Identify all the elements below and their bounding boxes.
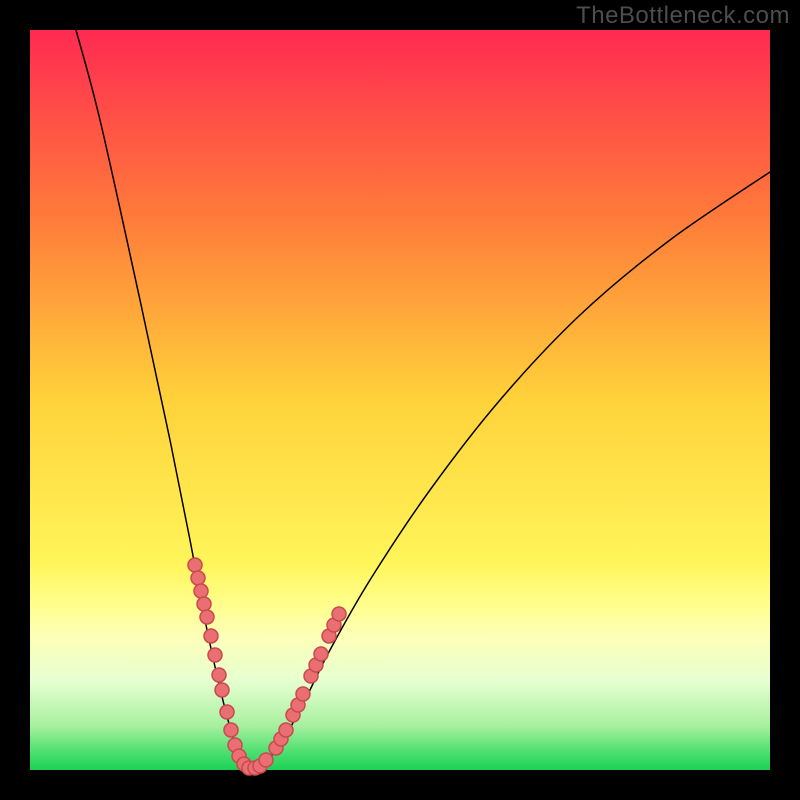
data-point <box>208 648 222 662</box>
bottleneck-chart <box>0 0 800 800</box>
chart-frame: TheBottleneck.com <box>0 0 800 800</box>
gradient-background <box>30 30 770 770</box>
data-point <box>259 753 273 767</box>
data-point <box>296 687 310 701</box>
data-point <box>279 723 293 737</box>
data-point <box>204 629 218 643</box>
data-point <box>200 610 214 624</box>
data-point <box>212 668 226 682</box>
data-point <box>220 705 234 719</box>
data-point <box>332 607 346 621</box>
data-point <box>215 683 229 697</box>
data-point <box>194 584 208 598</box>
watermark-text: TheBottleneck.com <box>576 2 790 30</box>
data-point <box>314 647 328 661</box>
data-point <box>191 571 205 585</box>
data-point <box>188 558 202 572</box>
data-point <box>197 597 211 611</box>
data-point <box>224 723 238 737</box>
